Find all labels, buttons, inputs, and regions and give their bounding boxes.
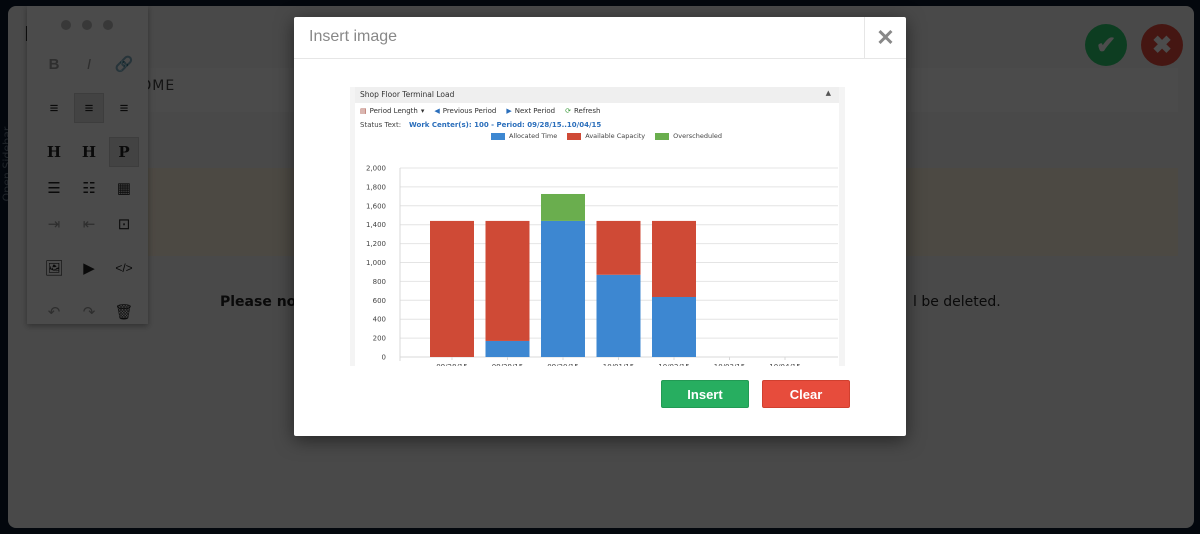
preview-screenshot: Shop Floor Terminal Load ▲ ▤ Period Lengt… [355, 87, 839, 366]
y-tick-label: 1,000 [366, 259, 386, 267]
y-tick-label: 1,800 [366, 183, 386, 191]
dialog-close-button[interactable]: ✕ [864, 17, 906, 59]
y-tick-label: 800 [373, 278, 386, 286]
period-length-button: ▤ Period Length ▾ [360, 107, 424, 115]
x-tick-label: 10/01/15 [603, 363, 634, 366]
dropdown-icon: ▾ [420, 106, 425, 115]
previous-period-label: Previous Period [442, 106, 497, 115]
insert-image-dialog: Insert image ✕ Shop Floor Terminal Load … [294, 17, 906, 436]
period-length-label: Period Length [369, 106, 418, 115]
legend-swatch [567, 132, 582, 140]
legend-swatch [491, 132, 505, 140]
y-tick-label: 1,200 [366, 240, 386, 248]
legend-swatch [655, 132, 670, 140]
y-tick-label: 600 [373, 297, 386, 305]
legend-item: Overscheduled [655, 132, 722, 140]
bar-segment [541, 220, 585, 357]
previous-period-button: ◀ Previous Period [434, 107, 496, 115]
legend-label: Allocated Time [509, 132, 558, 140]
clear-button[interactable]: Clear [762, 380, 850, 408]
status-text: Status Text: Work Center(s): 100 - Period… [360, 121, 601, 129]
refresh-icon: ⟳ [565, 106, 571, 115]
status-label: Status Text: [360, 121, 402, 129]
stacked-bar-chart: 0 200 400 600 800 1,000 1,200 1,400 1,600 1,800 2,… [366, 165, 838, 366]
collapse-icon: ▲ [825, 89, 831, 97]
refresh-label: Refresh [574, 106, 601, 115]
bar-segment [596, 274, 641, 357]
next-icon: ▶ [506, 106, 512, 115]
bar-segment [430, 220, 474, 357]
bar-segment [485, 340, 530, 357]
close-icon: ✕ [876, 25, 895, 50]
next-period-button: ▶ Next Period [506, 107, 555, 115]
y-tick-label: 1,600 [366, 202, 386, 210]
previous-icon: ◀ [434, 106, 440, 115]
x-tick-label: 10/03/15 [714, 363, 745, 366]
x-tick-label: 09/30/15 [547, 363, 578, 366]
x-tick-label: 10/02/15 [658, 363, 689, 366]
chart-legend: Allocated Time Available Capacity Oversche… [491, 132, 722, 140]
x-tick-label: 10/04/15 [769, 363, 800, 366]
bar-segment [485, 220, 530, 341]
bar-segment [652, 296, 696, 357]
legend-label: Available Capacity [585, 132, 646, 140]
y-tick-label: 0 [382, 354, 386, 362]
x-tick-label: 09/29/15 [492, 363, 523, 366]
y-tick-label: 400 [373, 316, 386, 324]
legend-item: Allocated Time [491, 132, 557, 140]
y-tick-label: 1,400 [366, 221, 386, 229]
refresh-button: ⟳ Refresh [565, 107, 600, 115]
y-tick-label: 2,000 [366, 165, 386, 173]
y-tick-label: 200 [373, 335, 386, 343]
legend-label: Overscheduled [673, 132, 723, 140]
image-preview: Shop Floor Terminal Load ▲ ▤ Period Lengt… [350, 87, 845, 366]
status-value: Work Center(s): 100 - Period: 09/28/15..… [409, 121, 602, 129]
panel-titlebar: Shop Floor Terminal Load ▲ [355, 87, 839, 103]
panel-title: Shop Floor Terminal Load [360, 90, 455, 99]
bar-segment [541, 193, 585, 221]
dialog-title: Insert image [309, 28, 398, 45]
calendar-icon: ▤ [360, 106, 367, 115]
dialog-header: Insert image ✕ [294, 17, 906, 59]
bar-segment [652, 220, 696, 297]
insert-button[interactable]: Insert [661, 380, 749, 408]
next-period-label: Next Period [514, 106, 556, 115]
bar-segment [596, 220, 641, 275]
panel-toolbar: ▤ Period Length ▾ ◀ Previous Period ▶ Next P… [355, 103, 839, 118]
legend-item: Available Capacity [567, 132, 645, 140]
x-tick-label: 09/28/15 [436, 363, 467, 366]
